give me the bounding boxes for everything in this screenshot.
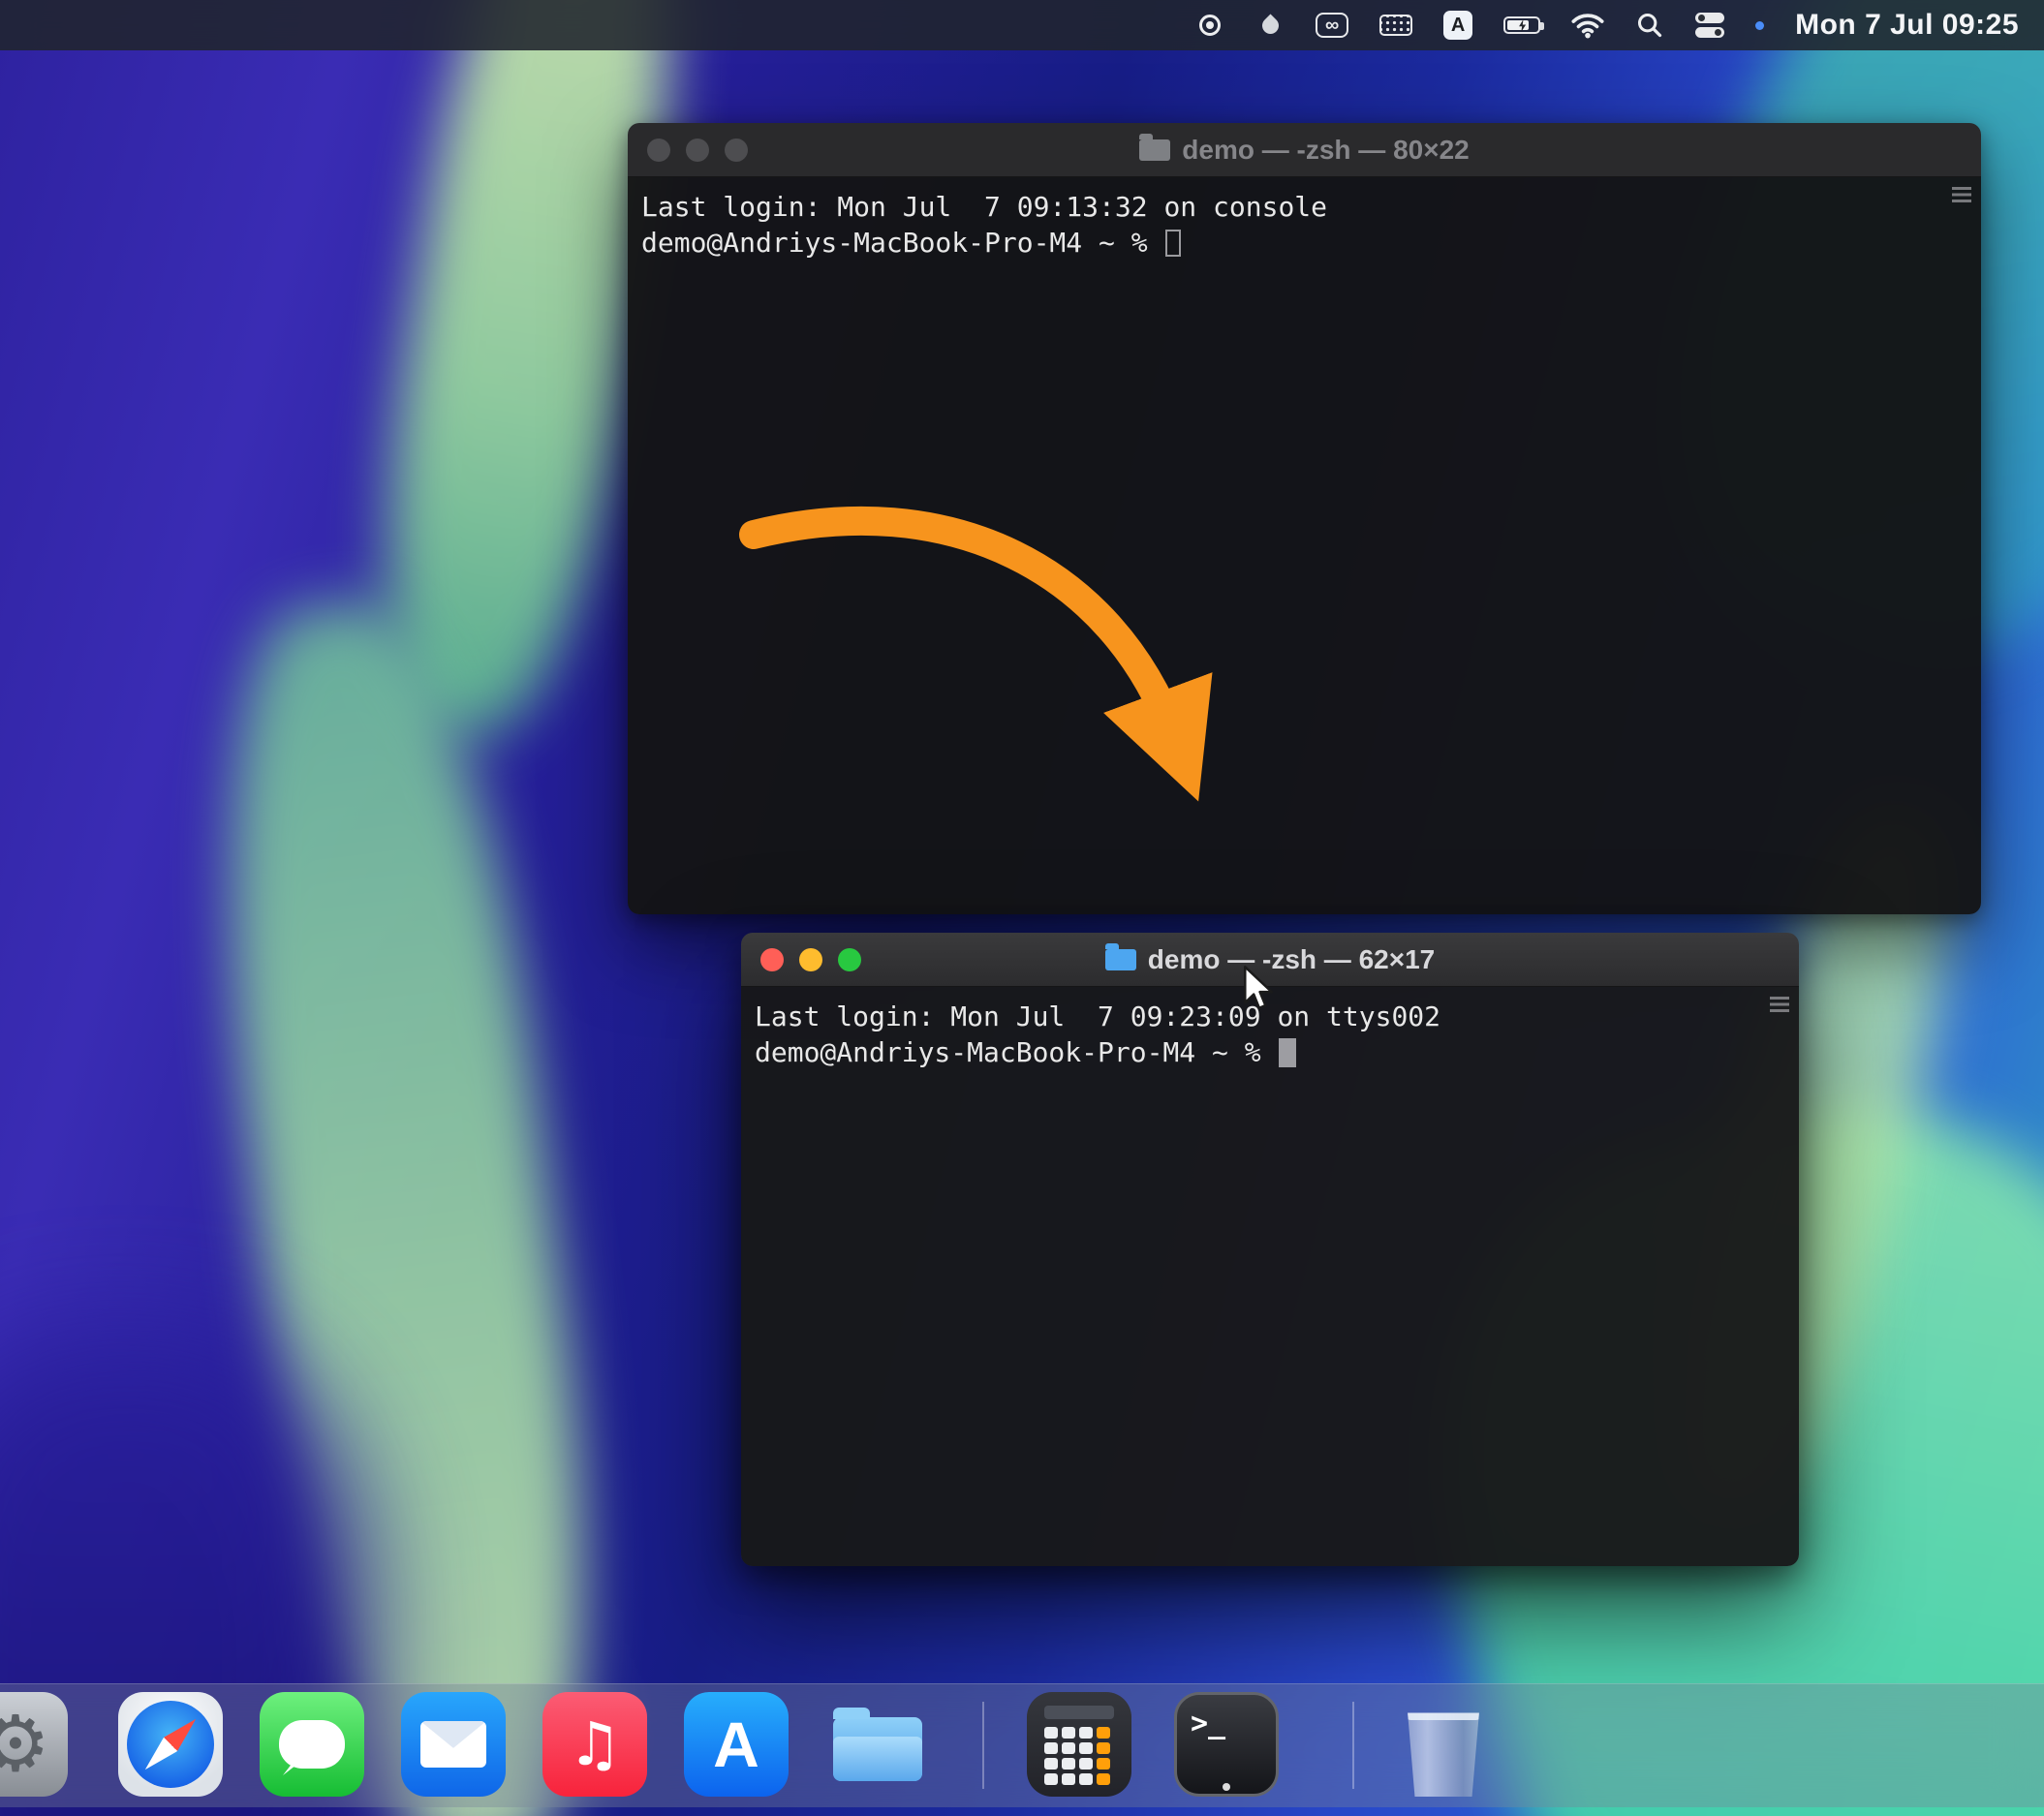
running-indicator — [1223, 1783, 1230, 1791]
battery-icon[interactable] — [1503, 8, 1540, 43]
traffic-lights — [628, 139, 748, 162]
terminal-window-front[interactable]: demo — -zsh — 62×17 Last login: Mon Jul … — [741, 933, 1799, 1566]
control-center-icon[interactable] — [1695, 8, 1724, 43]
window-titlebar[interactable]: demo — -zsh — 62×17 — [741, 933, 1799, 987]
desktop: A Mon 7 Jul 09:25 — [0, 0, 2044, 1816]
dock-music-icon[interactable] — [542, 1692, 647, 1797]
folder-icon — [1139, 139, 1170, 161]
app-store-glyph: A — [713, 1708, 759, 1781]
zoom-button[interactable] — [838, 948, 861, 971]
input-source-icon[interactable]: A — [1443, 8, 1472, 43]
record-icon[interactable] — [1195, 8, 1224, 43]
minimize-button[interactable] — [799, 948, 822, 971]
window-title: demo — -zsh — 80×22 — [1182, 135, 1469, 166]
folder-icon — [1105, 949, 1136, 970]
keyboard-icon[interactable] — [1379, 8, 1412, 43]
menu-bar: A Mon 7 Jul 09:25 — [0, 0, 2044, 50]
dock-calculator-icon[interactable] — [1027, 1692, 1131, 1797]
dock-divider — [1352, 1702, 1354, 1789]
wifi-icon[interactable] — [1571, 8, 1604, 43]
spotlight-search-icon[interactable] — [1635, 8, 1664, 43]
dock-mail-icon[interactable] — [401, 1692, 506, 1797]
dock: A >_ — [0, 1683, 2044, 1807]
close-button[interactable] — [760, 948, 784, 971]
traffic-lights — [741, 948, 861, 971]
terminal-window-back[interactable]: demo — -zsh — 80×22 Last login: Mon Jul … — [628, 123, 1981, 914]
window-titlebar[interactable]: demo — -zsh — 80×22 — [628, 123, 1981, 177]
dock-safari-icon[interactable] — [118, 1692, 223, 1797]
window-title: demo — -zsh — 62×17 — [1148, 944, 1435, 975]
droplet-icon[interactable] — [1255, 8, 1285, 43]
dock-app-store-icon[interactable]: A — [684, 1692, 789, 1797]
dock-trash-icon[interactable] — [1391, 1692, 1496, 1797]
creative-cloud-icon[interactable] — [1316, 8, 1348, 43]
input-source-label: A — [1443, 11, 1472, 40]
terminal-prompt: demo@Andriys-MacBook-Pro-M4 ~ % — [755, 1034, 1787, 1070]
zoom-button[interactable] — [725, 139, 748, 162]
scrollbar-icon[interactable] — [1770, 997, 1789, 1012]
menu-bar-clock[interactable]: Mon 7 Jul 09:25 — [1795, 9, 2019, 42]
dock-terminal-icon[interactable]: >_ — [1174, 1692, 1279, 1797]
terminal-cursor — [1279, 1038, 1296, 1067]
terminal-content[interactable]: Last login: Mon Jul 7 09:13:32 on consol… — [628, 177, 1981, 914]
minimize-button[interactable] — [686, 139, 709, 162]
terminal-line: Last login: Mon Jul 7 09:23:09 on ttys00… — [755, 999, 1787, 1034]
terminal-glyph: >_ — [1191, 1707, 1225, 1740]
dock-messages-icon[interactable] — [260, 1692, 364, 1797]
dock-folder-icon[interactable] — [825, 1692, 930, 1797]
scrollbar-icon[interactable] — [1952, 187, 1971, 202]
terminal-line: Last login: Mon Jul 7 09:13:32 on consol… — [641, 189, 1969, 225]
terminal-content[interactable]: Last login: Mon Jul 7 09:23:09 on ttys00… — [741, 987, 1799, 1566]
close-button[interactable] — [647, 139, 670, 162]
status-dot — [1755, 21, 1764, 30]
dock-system-settings-icon[interactable] — [0, 1692, 68, 1797]
dock-divider — [982, 1702, 984, 1789]
terminal-prompt: demo@Andriys-MacBook-Pro-M4 ~ % — [641, 225, 1969, 261]
terminal-cursor — [1165, 230, 1181, 257]
